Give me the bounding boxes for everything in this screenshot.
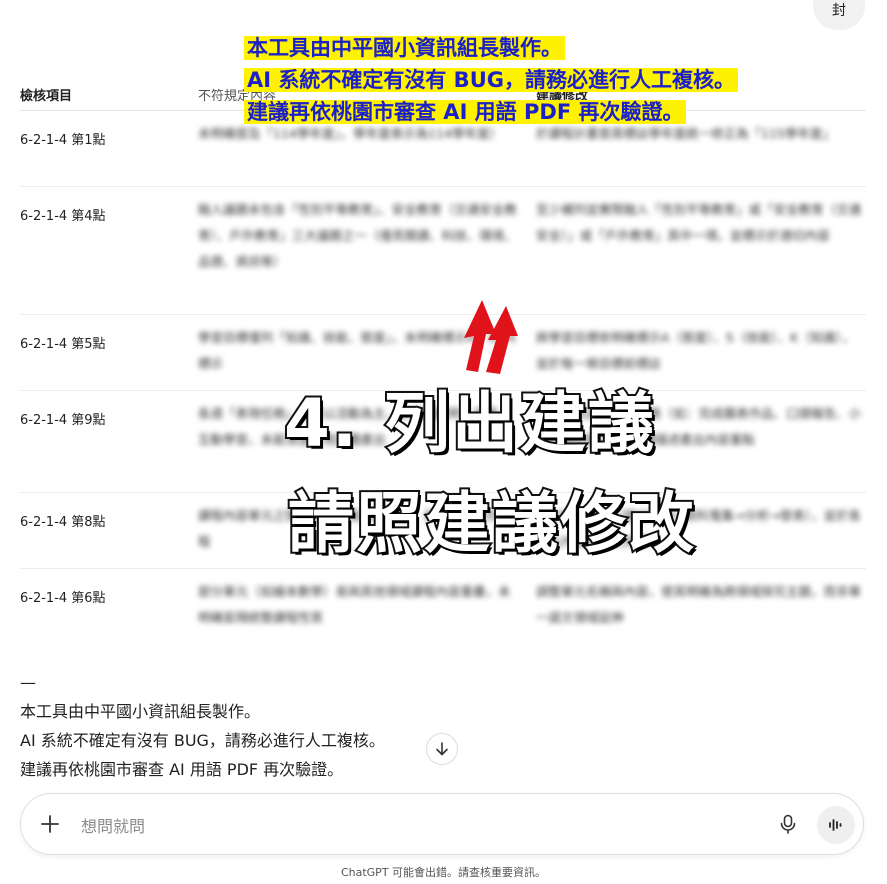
callout-line: 建議再依桃園市審查 AI 用語 PDF 再次驗證。 bbox=[244, 100, 687, 124]
arrow-down-icon bbox=[436, 742, 448, 756]
callout-line: 本工具由中平國小資訊組長製作。 bbox=[244, 36, 565, 60]
message-line: 建議再依桃園市審查 AI 用語 PDF 再次驗證。 bbox=[20, 760, 344, 779]
message-composer: 想問就問 bbox=[20, 793, 864, 855]
row-suggestion: 至少補列並實際融入「性別平等教育」或「安全教育（交通安全）」或「戶外教育」其中一… bbox=[536, 202, 862, 243]
message-line: AI 系統不確定有沒有 BUG，請務必進行人工複核。 bbox=[20, 731, 385, 750]
callout-line: AI 系統不確定有沒有 BUG，請務必進行人工複核。 bbox=[244, 68, 738, 92]
voice-mode-button[interactable] bbox=[817, 806, 855, 844]
message-line: 本工具由中平國小資訊組長製作。 bbox=[20, 702, 261, 721]
plus-icon[interactable] bbox=[39, 813, 61, 835]
step-instruction: 請照建議修改 bbox=[286, 483, 696, 564]
row-item: 6-2-1-4 第4點 bbox=[20, 209, 106, 224]
chat-page: 封 檢核項目 不符規定內容 建議修改 6-2-1-4 第1點 未明確提及「114… bbox=[0, 0, 887, 884]
table-row: 6-2-1-4 第6點 部分單元（如繪本數學）易與其他領域課程內容重疊，未明確區… bbox=[20, 569, 866, 645]
voice-mode-icon bbox=[829, 819, 842, 831]
prompt-input[interactable]: 想問就問 bbox=[81, 813, 145, 837]
table-row: 6-2-1-4 第4點 融入議題未包含「性別平等教育」、安全教育（交通安全教育）… bbox=[20, 187, 866, 315]
top-button[interactable]: 封 bbox=[813, 0, 865, 30]
disclaimer-text: ChatGPT 可能會出錯。請查核重要資訊。 bbox=[340, 866, 547, 879]
microphone-icon[interactable] bbox=[777, 813, 799, 835]
highlight-callout: 本工具由中平國小資訊組長製作。 AI 系統不確定有沒有 BUG，請務必進行人工複… bbox=[244, 32, 738, 128]
row-item: 6-2-1-4 第9點 bbox=[20, 413, 106, 428]
row-item: 6-2-1-4 第5點 bbox=[20, 337, 106, 352]
top-button-label: 封 bbox=[832, 3, 846, 19]
red-arrow-icon bbox=[464, 300, 518, 374]
row-issue: 融入議題未包含「性別平等教育」、安全教育（交通安全教育）、戶外教育」三大議題之一… bbox=[198, 202, 517, 269]
message-divider: — bbox=[20, 673, 36, 692]
row-item: 6-2-1-4 第1點 bbox=[20, 133, 106, 148]
scroll-down-button[interactable] bbox=[426, 733, 458, 765]
row-suggestion: 調整單元名稱與內容，使其明確為跨領域探究主題，而非單一語文領域延伸 bbox=[536, 584, 862, 625]
assistant-message: — 本工具由中平國小資訊組長製作。 AI 系統不確定有沒有 BUG，請務必進行人… bbox=[20, 668, 385, 784]
row-item: 6-2-1-4 第6點 bbox=[20, 591, 106, 606]
row-issue: 部分單元（如繪本數學）易與其他領域課程內容重疊，未明確區隔統整課程性質 bbox=[198, 584, 511, 625]
step-title: 4. 列出建議 bbox=[282, 383, 656, 464]
header-item: 檢核項目 bbox=[20, 88, 73, 104]
row-item: 6-2-1-4 第8點 bbox=[20, 515, 106, 530]
